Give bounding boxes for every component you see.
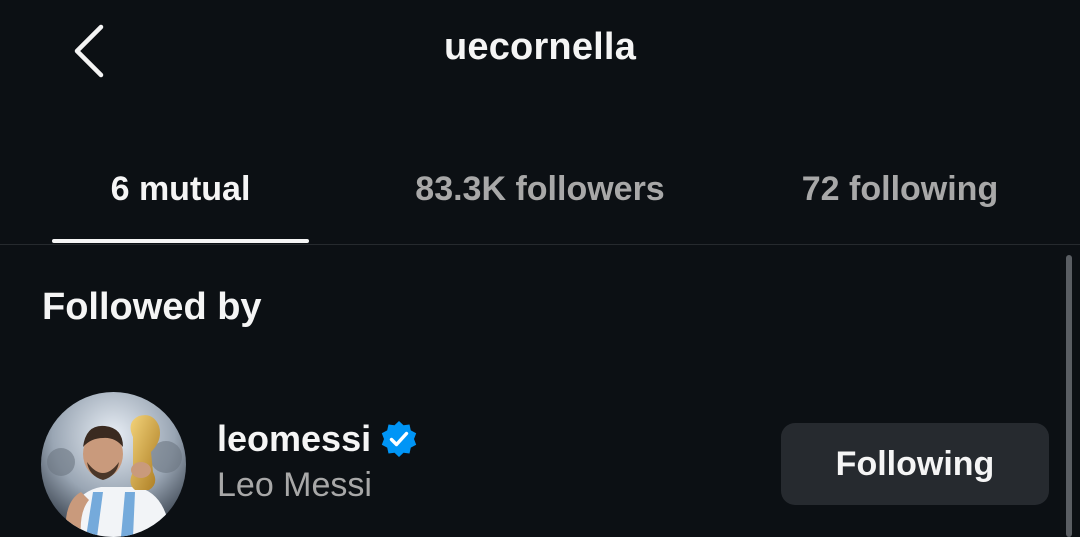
full-name: Leo Messi xyxy=(217,466,372,504)
user-info[interactable]: leomessi Leo Messi xyxy=(217,418,419,505)
following-button[interactable]: Following xyxy=(781,423,1049,505)
verified-badge-icon xyxy=(381,421,417,457)
list-item[interactable]: leomessi Leo Messi Following xyxy=(0,385,1080,537)
header: uecornella xyxy=(0,0,1080,110)
page-title: uecornella xyxy=(443,26,637,68)
tab-mutual[interactable]: 6 mutual xyxy=(52,170,309,245)
section-heading: Followed by xyxy=(42,286,262,328)
active-tab-indicator xyxy=(52,239,309,243)
username: leomessi xyxy=(217,418,372,459)
tab-following[interactable]: 72 following xyxy=(770,170,1030,245)
tab-mutual-label: 6 mutual xyxy=(110,170,251,208)
avatar-image xyxy=(41,392,186,537)
tab-followers-label: 83.3K followers xyxy=(415,170,665,208)
tab-followers[interactable]: 83.3K followers xyxy=(380,170,700,245)
followers-screen: uecornella 6 mutual 83.3K followers 72 f… xyxy=(0,0,1080,537)
avatar[interactable] xyxy=(41,392,186,537)
username-line: leomessi xyxy=(217,418,419,460)
tab-bar: 6 mutual 83.3K followers 72 following xyxy=(0,150,1080,245)
tab-following-label: 72 following xyxy=(801,170,999,208)
